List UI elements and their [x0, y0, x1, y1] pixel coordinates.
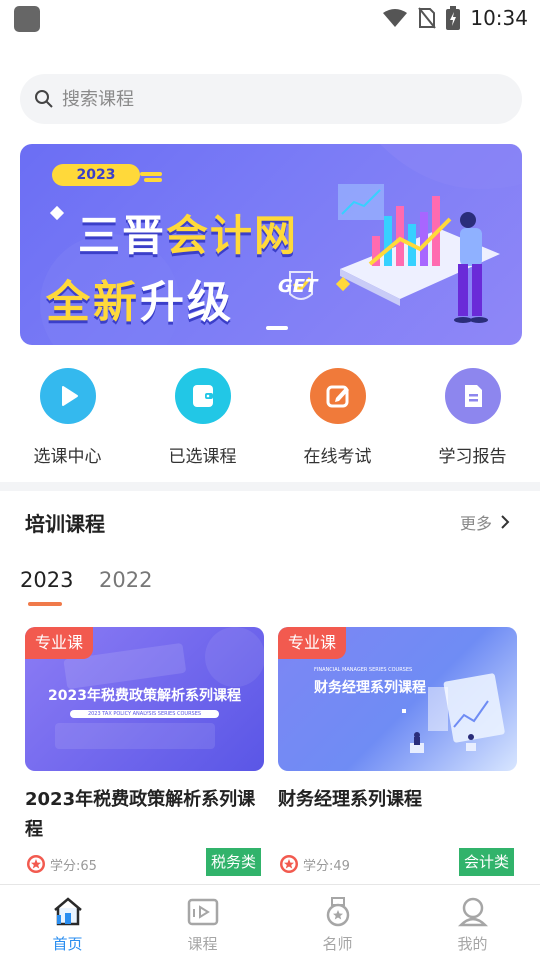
banner-headline-part-b: 会计网: [166, 211, 299, 260]
battery-charging-icon: [446, 6, 461, 30]
tab-year-2023[interactable]: 2023: [20, 568, 73, 592]
quick-course-center-label: 选课中心: [33, 447, 102, 467]
search-bar[interactable]: [20, 74, 522, 124]
course-thumbnail-title: 2023年税费政策解析系列课程: [48, 688, 241, 704]
banner-get-label: GET: [278, 276, 318, 297]
banner-page-indicator: [266, 326, 288, 330]
edit-icon: [309, 368, 366, 424]
course-thumbnail: 2023年税费政策解析系列课程 2023 TAX POLICY ANALYSIS…: [25, 627, 264, 771]
course-credit: 学分:65: [26, 854, 97, 874]
course-category-badge: 税务类: [206, 848, 262, 876]
section-divider: [0, 482, 540, 491]
quick-selected-courses-label: 已选课程: [168, 447, 237, 467]
course-tag: 专业课: [25, 627, 94, 659]
quick-study-report[interactable]: 学习报告: [405, 365, 540, 470]
status-bar: 10:34: [0, 0, 540, 38]
report-icon: [444, 368, 501, 424]
tab-teachers-label: 名师: [322, 935, 353, 953]
video-course-icon: [187, 898, 218, 926]
course-thumbnail-title: 财务经理系列课程: [314, 680, 426, 696]
quick-online-exam[interactable]: 在线考试: [270, 365, 405, 470]
no-sim-icon: [418, 7, 437, 29]
course-card[interactable]: FINANCIAL MANAGER SERIES COURSES 财务经理系列课…: [278, 627, 517, 815]
course-credit-value: 学分:65: [50, 858, 97, 874]
star-badge-icon: [280, 855, 298, 873]
star-badge-icon: [27, 855, 45, 873]
tab-home[interactable]: 首页: [0, 885, 135, 961]
bottom-tab-bar: 首页 课程 名师 我的: [0, 884, 540, 961]
more-link[interactable]: 更多: [460, 510, 510, 534]
banner-subheadline-part-b: 升级: [140, 277, 234, 328]
promo-banner[interactable]: 2023 三晋会计网 全新升级 GET: [20, 144, 522, 345]
search-input[interactable]: [60, 87, 464, 111]
course-credit: 学分:49: [279, 854, 350, 874]
wifi-icon: [383, 9, 408, 27]
quick-course-center[interactable]: 选课中心: [0, 365, 135, 470]
quick-online-exam-label: 在线考试: [303, 447, 372, 467]
app-notification-icon: [14, 6, 40, 32]
section-title: 培训课程: [25, 512, 105, 536]
banner-headline: 三晋会计网: [78, 202, 298, 263]
banner-subheadline: 全新升级: [46, 266, 234, 330]
course-credit-value: 学分:49: [303, 858, 350, 874]
course-thumbnail-subtitle: 2023 TAX POLICY ANALYSIS SERIES COURSES: [70, 710, 219, 718]
tab-courses[interactable]: 课程: [135, 885, 270, 961]
chevron-right-icon: [501, 515, 510, 529]
tab-teachers[interactable]: 名师: [270, 885, 405, 961]
more-label: 更多: [459, 514, 492, 533]
course-thumbnail-subtitle: FINANCIAL MANAGER SERIES COURSES: [314, 667, 413, 673]
clock: 10:34: [470, 6, 528, 30]
course-thumbnail: FINANCIAL MANAGER SERIES COURSES 财务经理系列课…: [278, 627, 517, 771]
quick-selected-courses[interactable]: 已选课程: [135, 365, 270, 470]
course-title: 2023年税费政策解析系列课程: [25, 789, 256, 840]
tab-profile[interactable]: 我的: [405, 885, 540, 961]
tab-year-2022[interactable]: 2022: [99, 568, 152, 592]
course-category-badge: 会计类: [459, 848, 515, 876]
course-title: 财务经理系列课程: [278, 789, 422, 810]
quick-study-report-label: 学习报告: [438, 447, 507, 467]
wallet-icon: [174, 368, 231, 424]
banner-headline-part-a: 三晋: [78, 211, 167, 260]
medal-icon: [326, 897, 349, 927]
banner-year-badge: 2023: [52, 164, 140, 186]
course-tag: 专业课: [278, 627, 347, 659]
active-tab-indicator: [28, 602, 62, 606]
search-icon: [35, 90, 53, 108]
play-icon: [39, 368, 96, 424]
course-card[interactable]: 2023年税费政策解析系列课程 2023 TAX POLICY ANALYSIS…: [25, 627, 264, 845]
tab-courses-label: 课程: [187, 935, 218, 953]
tab-profile-label: 我的: [457, 935, 488, 953]
banner-subheadline-part-a: 全新: [46, 277, 140, 328]
user-icon: [457, 897, 488, 927]
tab-home-label: 首页: [52, 935, 83, 953]
home-icon: [53, 897, 82, 926]
quick-actions: 选课中心 已选课程 在线考试 学习报告: [0, 365, 540, 470]
